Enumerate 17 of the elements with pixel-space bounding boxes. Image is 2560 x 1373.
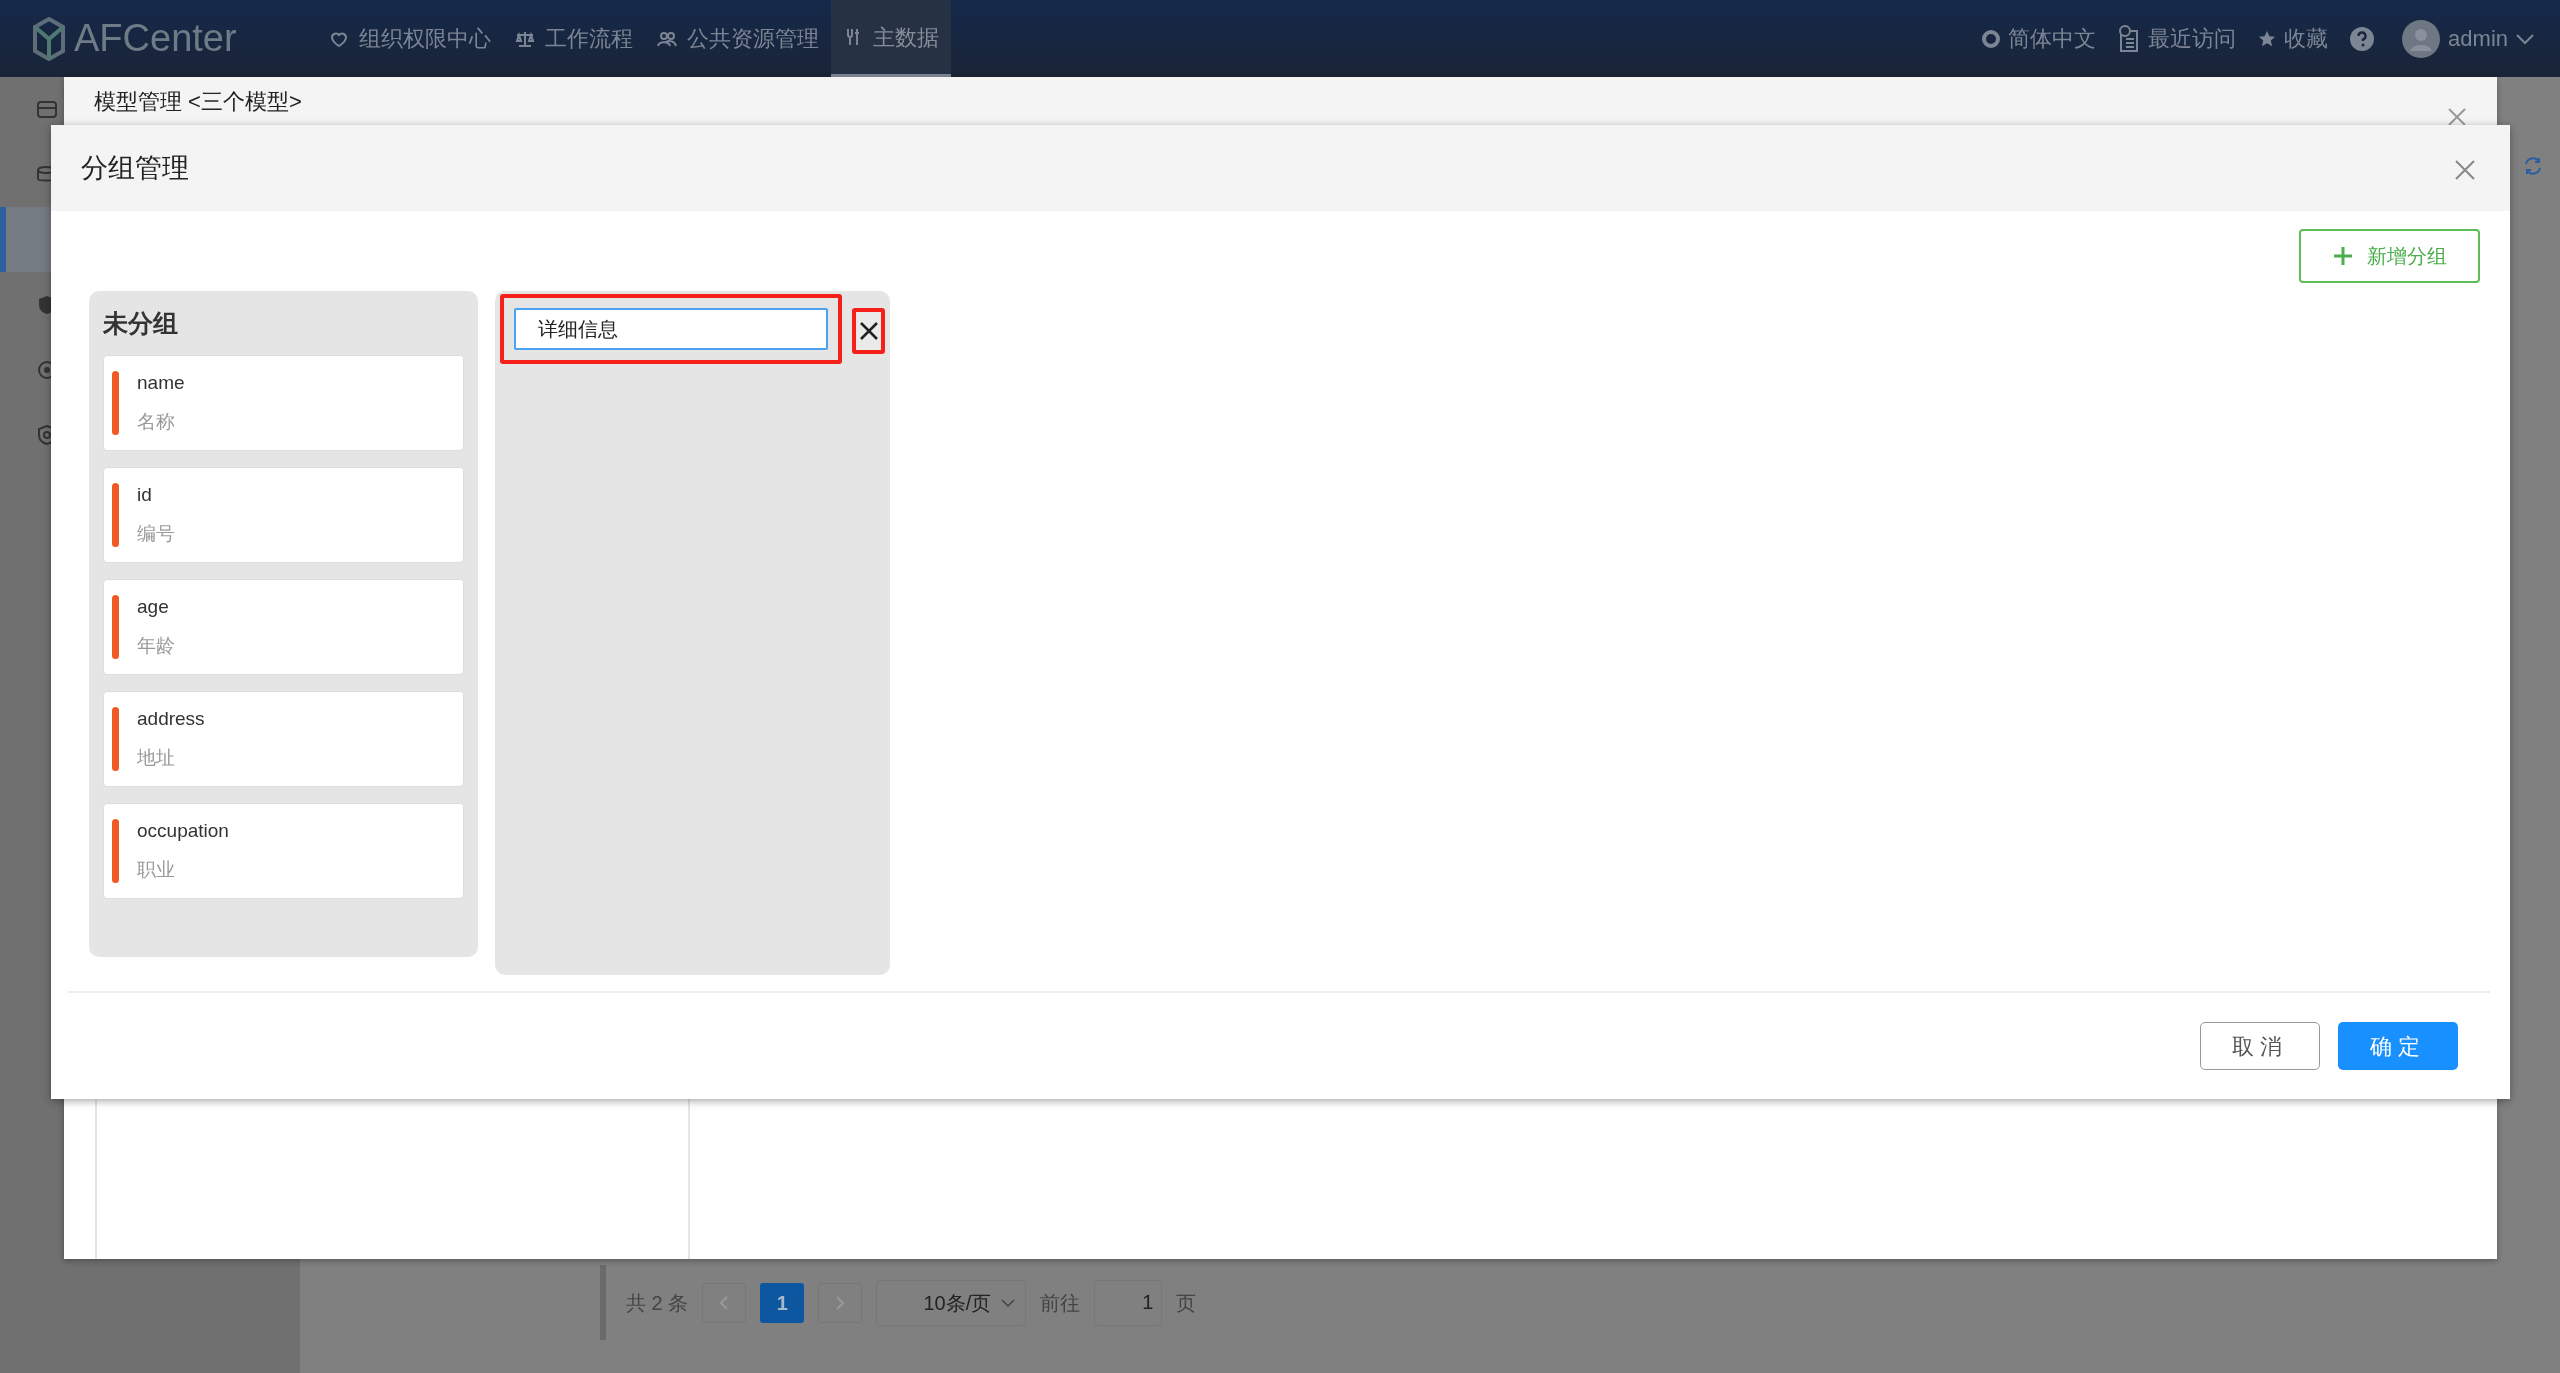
field-label: 地址 (137, 745, 176, 770)
logo-text: AFCenter (74, 16, 237, 61)
field-label: 年龄 (137, 633, 175, 658)
field-label: 名称 (137, 409, 176, 434)
field-label: 编号 (137, 521, 175, 546)
total-count: 共 2 条 (626, 1290, 689, 1316)
field-name: id (137, 483, 153, 507)
field-label: 职业 (137, 857, 176, 882)
page-suffix: 页 (1176, 1290, 1197, 1316)
field-name: name (137, 371, 185, 395)
field-name: age (137, 595, 170, 619)
modal-title: 模型管理 <三个模型> (94, 89, 302, 114)
field-name: address (137, 707, 205, 731)
goto-label: 前往 (1040, 1290, 1081, 1316)
dialog-title: 分组管理 (81, 151, 189, 185)
field-name: occupation (137, 819, 229, 843)
group-title: 未分组 (103, 308, 179, 339)
